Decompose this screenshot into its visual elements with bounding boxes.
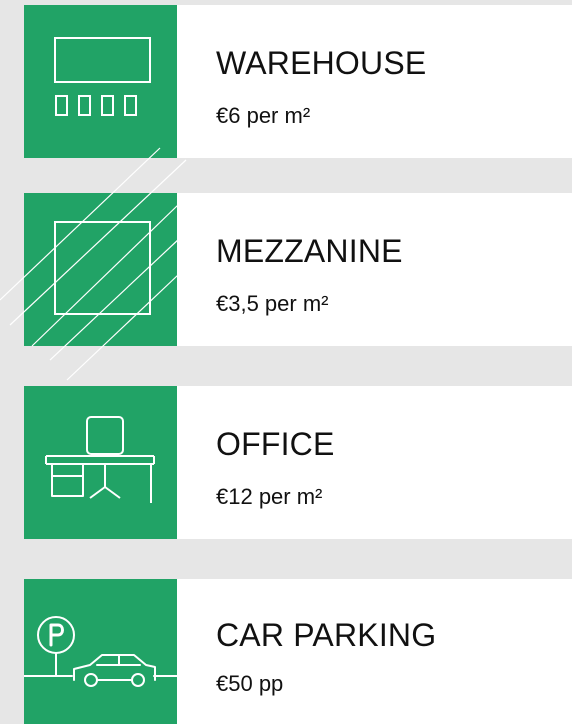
price-card-car-parking: CAR PARKING €50 pp [24, 579, 572, 724]
office-desk-icon [45, 416, 155, 503]
price-card-office: OFFICE €12 per m² [24, 386, 572, 539]
warehouse-icon-tile [24, 5, 177, 158]
office-icon-tile [24, 386, 177, 539]
item-title: WAREHOUSE [216, 45, 427, 81]
item-price: €50 pp [216, 671, 284, 696]
item-price: €3,5 per m² [216, 291, 329, 316]
warehouse-icon [54, 37, 151, 116]
price-card-mezzanine: MEZZANINE €3,5 per m² [24, 193, 572, 346]
item-title: CAR PARKING [216, 617, 437, 653]
office-text: OFFICE €12 per m² [216, 386, 572, 539]
car-parking-icon [24, 616, 177, 687]
price-card-warehouse: WAREHOUSE €6 per m² [24, 5, 572, 158]
item-price: €6 per m² [216, 103, 311, 128]
warehouse-text: WAREHOUSE €6 per m² [216, 5, 572, 158]
item-title: OFFICE [216, 426, 335, 462]
mezzanine-text: MEZZANINE €3,5 per m² [216, 193, 572, 346]
item-title: MEZZANINE [216, 233, 403, 269]
car-parking-icon-tile [24, 579, 177, 724]
mezzanine-icon-tile [24, 193, 177, 346]
item-price: €12 per m² [216, 484, 323, 509]
car-parking-text: CAR PARKING €50 pp [216, 579, 572, 724]
mezzanine-icon [54, 221, 151, 315]
